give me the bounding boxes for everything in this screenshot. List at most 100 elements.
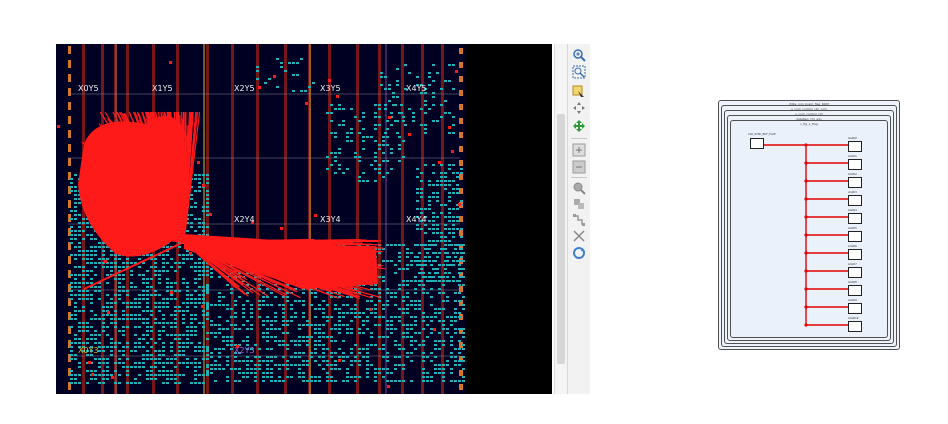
logic-cell [70,178,73,180]
logic-cell [398,260,401,262]
net-dot [169,61,172,64]
zoom-in-button[interactable] [571,47,587,63]
refresh-button[interactable] [571,118,587,134]
logic-cell [370,332,373,334]
load-cell[interactable] [848,303,862,314]
scrollbar-thumb[interactable] [557,114,565,364]
logic-cell [432,216,435,218]
logic-cell [206,288,209,290]
logic-cell [346,380,349,382]
logic-cell [424,248,427,250]
load-cell-label: LOAD6 [848,245,857,248]
logic-cell [350,376,353,378]
logic-cell [302,376,305,378]
load-cell-label: LOAD9 [848,299,857,302]
logic-cell [86,270,89,272]
sync-button[interactable] [571,245,587,261]
load-cell[interactable] [848,213,862,224]
zoom-fit-icon [573,102,585,114]
logic-cell [74,302,77,304]
logic-cell [90,278,93,280]
close-button[interactable] [571,228,587,244]
logic-cell [182,350,185,352]
logic-cell [162,314,165,316]
zoom-fit-selection-button[interactable] [571,84,587,100]
logic-cell [432,252,435,254]
logic-cell [378,108,381,110]
load-cell[interactable] [848,159,862,170]
logic-cell [350,312,353,314]
logic-cell [454,356,457,358]
load-cell[interactable] [848,249,862,260]
logic-cell [186,230,189,232]
logic-cell [366,372,369,374]
load-cell[interactable] [848,267,862,278]
logic-cell [210,320,213,322]
logic-cell [428,76,431,78]
logic-cell [114,310,117,312]
route-button[interactable] [571,196,587,212]
logic-cell [122,366,125,368]
logic-cell [350,108,353,110]
logic-cell [146,318,149,320]
schematic-view[interactable]: ifdbs_rom_bram_flag_ROM u_com_control_ct… [718,100,900,350]
driver-cell[interactable] [750,138,764,149]
logic-cell [182,322,185,324]
logic-cell [182,318,185,320]
logic-cell [246,376,249,378]
logic-cell [416,168,419,170]
logic-cell [114,362,117,364]
logic-cell [428,184,431,186]
logic-cell [74,334,77,336]
logic-cell [430,352,433,354]
logic-cell [334,364,337,366]
logic-cell [444,236,447,238]
logic-cell [246,356,249,358]
logic-cell [448,180,451,182]
search-button[interactable] [571,180,587,196]
logic-cell [412,120,415,122]
load-cell[interactable] [848,141,862,152]
device-view[interactable]: X0Y5 X1Y5 X2Y5 X3Y5 X4Y5 X2Y4 X3Y4 X4Y4 X0Y3 X2Y3 [56,44,552,394]
zoom-area-button[interactable] [571,64,587,80]
logic-cell [206,366,209,368]
logic-cell [426,324,429,326]
load-cell[interactable] [848,321,862,332]
logic-cell [298,376,301,378]
logic-cell [226,356,229,358]
logic-cell [70,234,73,236]
load-cell[interactable] [848,177,862,188]
logic-cell [70,226,73,228]
load-cell[interactable] [848,285,862,296]
logic-cell [422,356,425,358]
logic-cell [452,276,455,278]
logic-cell [206,304,209,306]
vertical-scrollbar[interactable] [554,44,567,394]
logic-cell [370,364,373,366]
collapse-button[interactable] [571,159,587,175]
load-cell[interactable] [848,231,862,242]
expand-button[interactable] [571,142,587,158]
logic-cell [82,310,85,312]
net-dot [257,285,260,288]
logic-cell [122,354,125,356]
logic-cell [462,344,465,346]
logic-cell [374,316,377,318]
logic-cell [146,374,149,376]
device-canvas[interactable]: X0Y5 X1Y5 X2Y5 X3Y5 X4Y5X2Y4 X3Y4 X4Y4X0Y3 X2Y3 [56,44,552,394]
logic-cell [286,364,289,366]
logic-cell [430,288,433,290]
logic-cell [174,298,177,300]
logic-cell [334,132,337,134]
logic-cell [170,342,173,344]
logic-cell [202,310,205,312]
unroute-button[interactable] [571,212,587,228]
logic-cell [198,266,201,268]
logic-cell [150,354,153,356]
logic-cell [234,380,237,382]
zoom-fit-button[interactable] [571,100,587,116]
logic-cell [102,370,105,372]
load-cell[interactable] [848,195,862,206]
logic-cell [126,294,129,296]
logic-cell [454,308,457,310]
